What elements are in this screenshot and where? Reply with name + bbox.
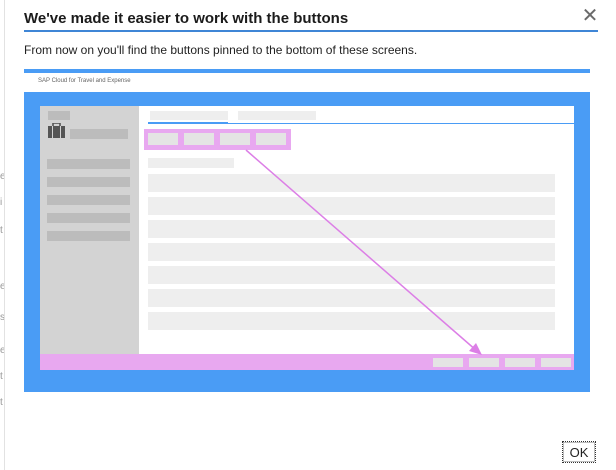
- title-divider: [24, 30, 598, 32]
- ok-button-label: OK: [563, 442, 595, 462]
- dialog-message: From now on you'll find the buttons pinn…: [24, 43, 418, 57]
- illustration-screen: [40, 106, 574, 370]
- illustration-frame: [24, 92, 590, 392]
- arrow-icon: [245, 149, 482, 355]
- illustration-brand-text: SAP Cloud for Travel and Expense: [38, 78, 131, 84]
- close-icon[interactable]: ✕: [581, 6, 599, 26]
- info-dialog: We've made it easier to work with the bu…: [4, 0, 616, 470]
- illustration-top-bar: [24, 69, 590, 73]
- dialog-title: We've made it easier to work with the bu…: [24, 10, 349, 27]
- ok-button[interactable]: OK: [562, 441, 596, 463]
